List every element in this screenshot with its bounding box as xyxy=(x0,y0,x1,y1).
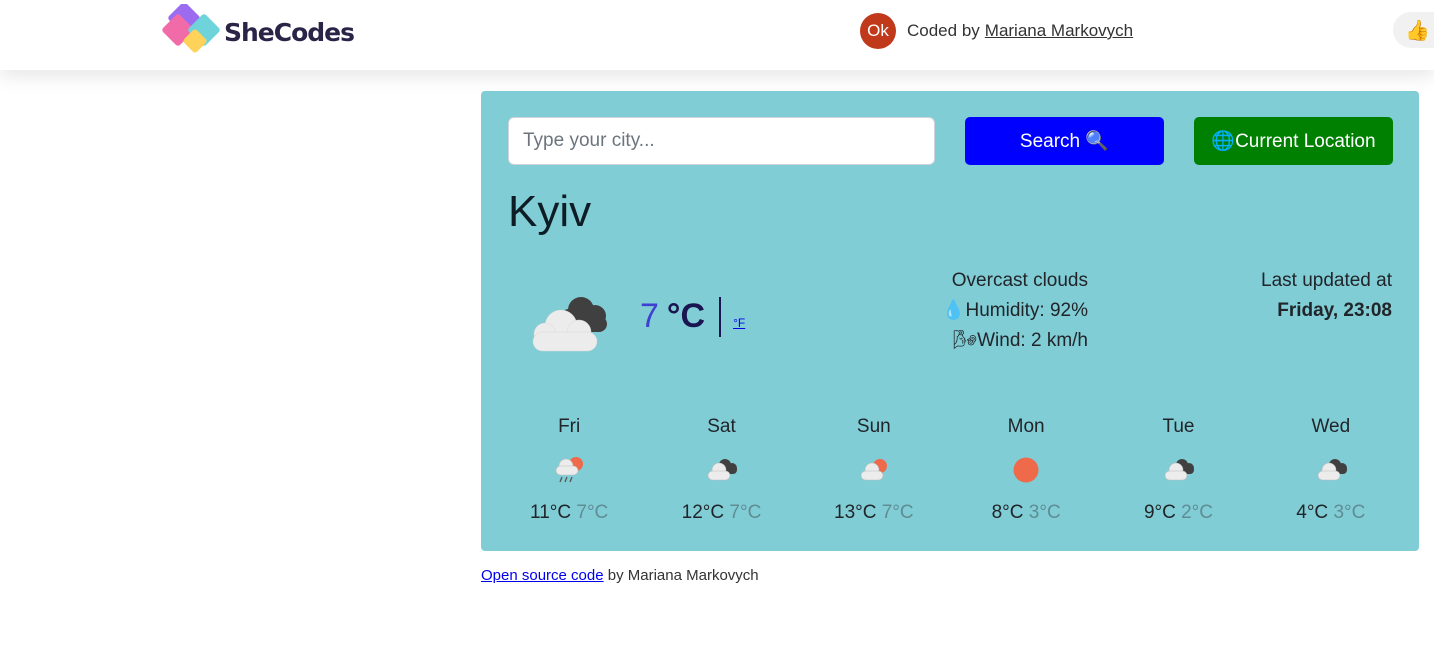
forecast-min: 2°C xyxy=(1181,502,1213,523)
forecast-temps: 11°C 7°C xyxy=(493,502,645,524)
forecast-temps: 4°C 3°C xyxy=(1255,502,1407,524)
forecast-day: Sun 13°C 7°C xyxy=(798,416,950,524)
forecast-temps: 13°C 7°C xyxy=(798,502,950,524)
overcast-clouds-icon xyxy=(521,286,617,356)
broken-clouds-icon xyxy=(708,459,738,481)
forecast-min: 3°C xyxy=(1333,502,1366,523)
footer-author: by Mariana Markovych xyxy=(607,567,759,584)
last-updated: Last updated at Friday, 23:08 xyxy=(1261,266,1392,326)
forecast-max: 11°C xyxy=(530,502,572,523)
forecast: Fri 11°C 7°C Sat 12°C 7°C Sun 13°C 7°C M… xyxy=(493,416,1407,524)
top-bar: SheCodes Ok Coded by Mariana Markovych 👍 xyxy=(0,0,1434,70)
current-temperature: 7 °C °F xyxy=(640,297,745,337)
open-source-link[interactable]: Open source code xyxy=(481,567,604,584)
shecodes-logo-mark-icon xyxy=(162,2,222,60)
rain-sun-icon xyxy=(555,457,584,483)
broken-clouds-icon xyxy=(1317,459,1347,481)
shecodes-logo[interactable]: SheCodes xyxy=(162,2,362,60)
celsius-unit[interactable]: °C xyxy=(667,297,705,336)
credit-author-link[interactable]: Mariana Markovych xyxy=(985,21,1133,41)
fahrenheit-link[interactable]: °F xyxy=(733,316,745,330)
current-location-button[interactable]: 🌐Current Location xyxy=(1194,117,1393,165)
unit-divider xyxy=(719,297,722,337)
credit: Ok Coded by Mariana Markovych xyxy=(860,13,1133,49)
forecast-day: Tue 9°C 2°C xyxy=(1102,416,1254,524)
logo-text: SheCodes xyxy=(224,17,355,47)
city-name: Kyiv xyxy=(508,187,592,236)
clear-sun-icon xyxy=(1013,457,1039,483)
forecast-min: 7°C xyxy=(729,502,762,523)
forecast-max: 9°C xyxy=(1143,502,1176,523)
forecast-max: 13°C xyxy=(834,502,877,523)
forecast-day-name: Sat xyxy=(707,416,736,437)
forecast-day-name: Wed xyxy=(1311,416,1351,437)
forecast-max: 8°C xyxy=(991,502,1024,523)
last-updated-label: Last updated at xyxy=(1261,270,1392,291)
weather-description: Overcast clouds xyxy=(951,270,1088,291)
forecast-min: 3°C xyxy=(1028,502,1061,523)
broken-clouds-icon xyxy=(1165,459,1195,481)
forecast-temps: 12°C 7°C xyxy=(645,502,797,524)
thumbs-up-icon: 👍 xyxy=(1405,19,1430,42)
forecast-day-name: Fri xyxy=(558,416,581,437)
city-search-input[interactable] xyxy=(508,117,935,165)
last-updated-time: Friday, 23:08 xyxy=(1277,300,1392,321)
credit-prefix: Coded by xyxy=(907,21,980,40)
wind: 🌬Wind: 2 km/h xyxy=(953,330,1088,351)
forecast-day-name: Mon xyxy=(1007,416,1045,437)
forecast-day: Wed 4°C 3°C xyxy=(1255,416,1407,524)
forecast-min: 7°C xyxy=(881,502,914,523)
temperature-value: 7 xyxy=(640,297,659,335)
forecast-day-name: Sun xyxy=(856,416,891,437)
partly-cloudy-icon xyxy=(860,459,887,481)
forecast-day: Mon 8°C 3°C xyxy=(950,416,1102,524)
humidity: 💧Humidity: 92% xyxy=(941,300,1088,321)
forecast-day: Fri 11°C 7°C xyxy=(493,416,645,524)
forecast-max: 4°C xyxy=(1296,502,1329,523)
like-button[interactable]: 👍 xyxy=(1393,12,1434,48)
avatar[interactable]: Ok xyxy=(860,13,896,49)
weather-details: Overcast clouds 💧Humidity: 92% 🌬Wind: 2 … xyxy=(942,266,1088,356)
forecast-max: 12°C xyxy=(681,502,725,523)
weather-card: Search 🔍 🌐Current Location Kyiv 7 °C °F … xyxy=(481,91,1419,551)
footer: Open source code by Mariana Markovych xyxy=(481,567,759,584)
forecast-min: 7°C xyxy=(576,502,609,523)
search-button[interactable]: Search 🔍 xyxy=(965,117,1164,165)
forecast-day-name: Tue xyxy=(1162,416,1195,437)
forecast-temps: 8°C 3°C xyxy=(950,502,1102,524)
forecast-temps: 9°C 2°C xyxy=(1102,502,1254,524)
forecast-day: Sat 12°C 7°C xyxy=(645,416,797,524)
